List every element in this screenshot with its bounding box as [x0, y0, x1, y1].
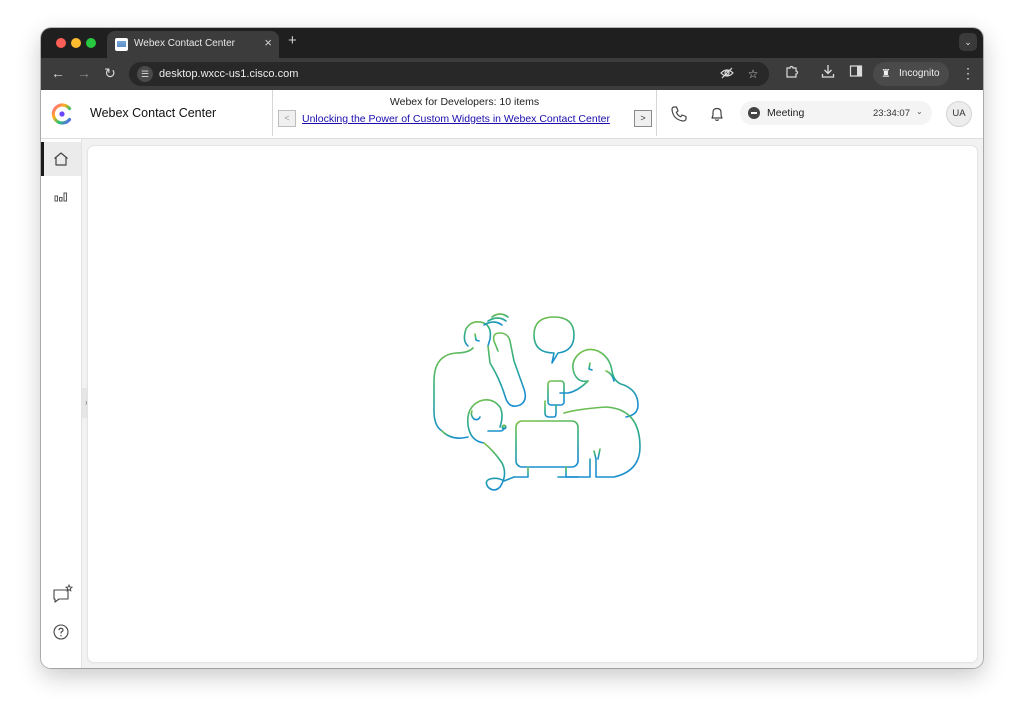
agent-state-label: Meeting: [767, 107, 805, 119]
new-tab-button[interactable]: +: [288, 33, 297, 49]
minimize-window-button[interactable]: [71, 38, 81, 48]
close-window-button[interactable]: [56, 38, 66, 48]
browser-window: Webex Contact Center × + ⌄ ← → ↻ ☰ deskt…: [41, 28, 983, 668]
side-panel-icon[interactable]: [847, 64, 865, 82]
agent-state-select[interactable]: Meeting 23:34:07 ⌄: [740, 101, 932, 125]
kebab-icon[interactable]: ⋮: [961, 64, 975, 82]
webex-app: Webex Contact Center Webex for Developer…: [41, 90, 983, 668]
puzzle-icon[interactable]: [783, 64, 801, 82]
notice-link[interactable]: Unlocking the Power of Custom Widgets in…: [302, 113, 610, 125]
notice-banner: Webex for Developers: 10 items < Unlocki…: [272, 90, 657, 136]
sidebar: [41, 139, 82, 668]
chat-star-icon: [53, 584, 74, 603]
notice-next-button[interactable]: >: [634, 110, 652, 127]
sidebar-item-help[interactable]: [41, 615, 81, 649]
incognito-icon: ♜: [881, 68, 891, 80]
app-title: Webex Contact Center: [90, 106, 217, 120]
sidebar-item-feedback[interactable]: [41, 576, 81, 610]
incognito-badge[interactable]: ♜ Incognito: [873, 62, 949, 86]
bell-icon[interactable]: [707, 104, 727, 124]
app-header: Webex Contact Center Webex for Developer…: [41, 90, 983, 139]
tab-search-button[interactable]: ⌄: [959, 33, 977, 51]
tab-close-icon[interactable]: ×: [264, 36, 272, 50]
sidebar-item-analyzer[interactable]: [41, 179, 81, 213]
phone-icon[interactable]: [669, 104, 689, 124]
main-content-card: [88, 146, 977, 662]
tab-title: Webex Contact Center: [134, 38, 235, 49]
tune-icon[interactable]: ☰: [137, 66, 153, 82]
browser-tab[interactable]: Webex Contact Center ×: [107, 31, 279, 58]
favicon-icon: [115, 38, 128, 51]
chevron-down-icon: ⌄: [916, 107, 923, 116]
address-bar[interactable]: ☰ desktop.wxcc-us1.cisco.com ☆: [129, 62, 769, 86]
eye-off-icon[interactable]: [719, 66, 735, 82]
reload-icon[interactable]: ↻: [101, 64, 119, 82]
status-meeting-icon: [748, 107, 760, 119]
download-icon[interactable]: [819, 64, 837, 82]
webex-logo-icon: [51, 103, 72, 125]
url-text[interactable]: desktop.wxcc-us1.cisco.com: [159, 68, 298, 80]
team-illustration: [433, 313, 641, 491]
help-icon: [53, 624, 69, 640]
arrow-right-icon[interactable]: →: [75, 64, 93, 82]
tab-strip: Webex Contact Center × + ⌄: [41, 28, 983, 58]
star-icon[interactable]: ☆: [745, 66, 761, 82]
maximize-window-button[interactable]: [86, 38, 96, 48]
home-icon: [54, 152, 68, 166]
incognito-label: Incognito: [899, 68, 940, 79]
sidebar-item-home[interactable]: [41, 142, 81, 176]
agent-state-timer: 23:34:07: [873, 108, 910, 119]
notice-prev-button[interactable]: <: [278, 110, 296, 127]
arrow-left-icon[interactable]: ←: [49, 64, 67, 82]
browser-toolbar: ← → ↻ ☰ desktop.wxcc-us1.cisco.com ☆ ♜ I…: [41, 58, 983, 90]
notice-count: Webex for Developers: 10 items: [389, 96, 540, 108]
bar-chart-icon: [54, 192, 67, 202]
avatar[interactable]: UA: [946, 101, 972, 127]
